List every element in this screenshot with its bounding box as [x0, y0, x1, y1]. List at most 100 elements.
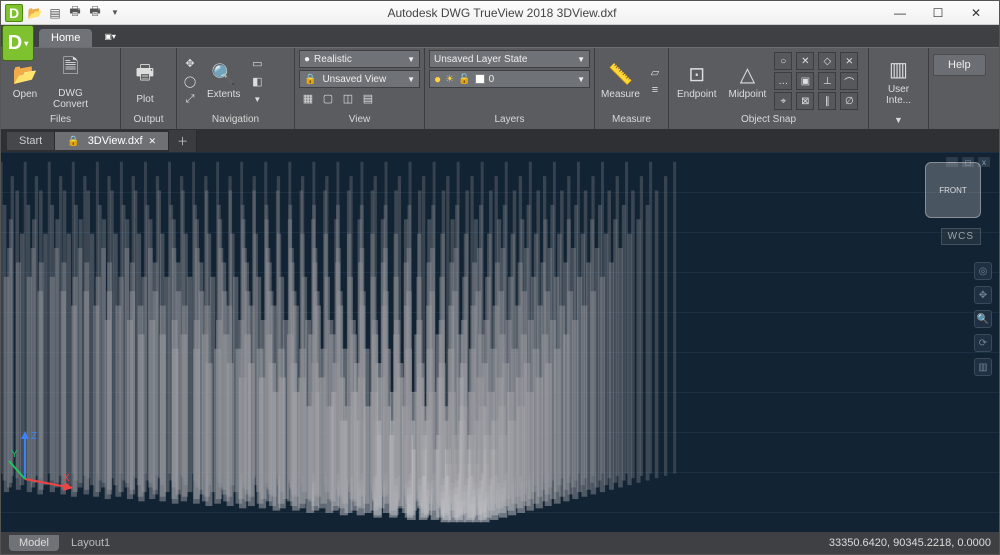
snap-none-icon[interactable]: ∅ [840, 92, 858, 110]
orbit-icon[interactable]: ◯ [181, 73, 199, 89]
midpoint-icon: △ [740, 62, 755, 87]
status-bar: Model Layout1 33350.6420, 90345.2218, 0.… [1, 532, 999, 554]
viewport-3d[interactable]: — ◻ x FRONT WCS ◎ ✥ 🔍 ⟳ ▥ Z X Y [1, 152, 999, 532]
doc-tab-file[interactable]: 🔒3DView.dxf✕ [55, 132, 169, 150]
doc-tab-add[interactable]: ＋ [169, 130, 197, 152]
ribbon: 📂Open 🗎DWG Convert Files 🖶Plot Output ✥ … [1, 47, 999, 130]
qat-open-icon[interactable]: 📂 [27, 5, 43, 21]
panel-label-view: View [299, 112, 420, 127]
plot-button[interactable]: 🖶Plot [125, 56, 165, 107]
nav-orbit-icon[interactable]: ⟳ [974, 334, 992, 352]
dwg-convert-icon: 🗎 [62, 52, 78, 86]
close-tab-icon[interactable]: ✕ [149, 136, 157, 147]
qat-plot-icon[interactable]: 🖶 [67, 5, 83, 21]
nav-pan-icon[interactable]: ✥ [974, 286, 992, 304]
pan-icon[interactable]: ✥ [181, 55, 199, 71]
measure-list-icon[interactable]: ≡ [646, 82, 664, 98]
measure-button[interactable]: 📏Measure [599, 60, 642, 102]
measure-area-icon[interactable]: ▱ [646, 64, 664, 80]
tab-overflow-icon[interactable]: ▣▾ [104, 32, 116, 41]
snap-center-icon[interactable]: ○ [774, 52, 792, 70]
snap-tan-icon[interactable]: ⌒ [840, 72, 858, 90]
window-title: Autodesk DWG TrueView 2018 3DView.dxf [123, 6, 881, 20]
panel-label-output: Output [125, 112, 172, 127]
quick-access-toolbar: 📂 ▤ 🖶 🖶 ▼ [27, 5, 123, 21]
snap-near-icon[interactable]: ⌖ [774, 92, 792, 110]
svg-text:Y: Y [11, 449, 18, 460]
qat-publish-icon[interactable]: 🖶 [87, 5, 103, 21]
zoom-dropdown-icon[interactable]: ▼ [248, 91, 266, 107]
snap-int-icon[interactable]: ⨯ [840, 52, 858, 70]
minimize-button[interactable]: — [881, 2, 919, 24]
ui-icon: ▥ [889, 57, 908, 82]
close-button[interactable]: ✕ [957, 2, 995, 24]
help-button[interactable]: Help [933, 54, 986, 76]
ruler-icon: 📏 [608, 62, 633, 87]
folder-open-icon: 📂 [13, 62, 38, 87]
app-icon[interactable]: D [5, 4, 23, 22]
extents-button[interactable]: 🔍Extents [203, 60, 244, 102]
svg-text:Z: Z [31, 431, 37, 442]
qat-dropdown-icon[interactable]: ▼ [107, 5, 123, 21]
view-single-icon[interactable]: ▢ [319, 90, 337, 106]
snap-node-icon[interactable]: ✕ [796, 52, 814, 70]
zoom-window-icon[interactable]: ▭ [248, 55, 266, 71]
ucs-axis-indicator: Z X Y [15, 429, 75, 492]
endpoint-icon: ⊡ [688, 62, 705, 87]
layer-combo[interactable]: ● ☀ 🔓 0▼ [429, 70, 590, 88]
bulb-icon: ● [434, 72, 441, 86]
tab-home[interactable]: Home [39, 29, 92, 47]
snap-perp-icon[interactable]: ⊥ [818, 72, 836, 90]
midpoint-button[interactable]: △Midpoint [724, 60, 770, 102]
panel-expand-icon[interactable]: ▼ [873, 113, 924, 127]
panel-label-navigation: Navigation [181, 112, 290, 127]
nav-zoom-icon[interactable]: 🔍 [974, 310, 992, 328]
printer-icon: 🖶 [136, 58, 155, 92]
ribbon-tab-row: Home ▣▾ [1, 25, 999, 47]
panel-label-files: Files [5, 112, 116, 127]
zoom-realtime-icon[interactable]: ⤢ [181, 91, 199, 107]
model-pillars [1, 152, 999, 532]
lock-open-icon: 🔓 [458, 74, 470, 85]
layer-color-swatch [475, 74, 485, 84]
view-cube[interactable]: FRONT [925, 162, 981, 218]
doc-tab-start[interactable]: Start [7, 132, 55, 150]
panel-label-measure: Measure [599, 112, 664, 127]
wcs-label[interactable]: WCS [941, 228, 981, 245]
lock-icon: 🔒 [67, 136, 79, 147]
snap-ext-icon[interactable]: … [774, 72, 792, 90]
zoom-prev-icon[interactable]: ◧ [248, 73, 266, 89]
dwg-convert-button[interactable]: 🗎DWG Convert [49, 50, 92, 112]
view-tile-icon[interactable]: ▦ [299, 90, 317, 106]
nav-wheel-icon[interactable]: ◎ [974, 262, 992, 280]
navigation-bar: ◎ ✥ 🔍 ⟳ ▥ [973, 262, 993, 376]
snap-app-icon[interactable]: ⊠ [796, 92, 814, 110]
document-tabs: Start 🔒3DView.dxf✕ ＋ [1, 130, 999, 152]
sphere-icon: ● [304, 54, 310, 65]
snap-par-icon[interactable]: ∥ [818, 92, 836, 110]
view-join-icon[interactable]: ◫ [339, 90, 357, 106]
extents-icon: 🔍 [211, 62, 236, 87]
nav-show-icon[interactable]: ▥ [974, 358, 992, 376]
snap-quad-icon[interactable]: ◇ [818, 52, 836, 70]
endpoint-button[interactable]: ⊡Endpoint [673, 60, 720, 102]
coordinate-readout: 33350.6420, 90345.2218, 0.0000 [829, 537, 991, 549]
layer-state-combo[interactable]: Unsaved Layer State▼ [429, 50, 590, 68]
svg-text:X: X [63, 473, 70, 484]
panel-label-snap: Object Snap [673, 112, 864, 127]
open-button[interactable]: 📂Open [5, 60, 45, 102]
app-menu-button[interactable]: D▾ [2, 25, 34, 61]
user-interface-button[interactable]: ▥User Inte... [873, 55, 924, 108]
visual-style-combo[interactable]: ●Realistic▼ [299, 50, 420, 68]
snap-ins-icon[interactable]: ▣ [796, 72, 814, 90]
sun-icon: ☀ [445, 74, 454, 85]
layout-tab-layout1[interactable]: Layout1 [61, 535, 120, 551]
qat-save-icon[interactable]: ▤ [47, 5, 63, 21]
title-bar: D 📂 ▤ 🖶 🖶 ▼ Autodesk DWG TrueView 2018 3… [1, 1, 999, 25]
lock-icon: 🔒 [304, 74, 316, 85]
view-restore-icon[interactable]: ▤ [359, 90, 377, 106]
panel-label-layers: Layers [429, 112, 590, 127]
view-combo[interactable]: 🔒Unsaved View▼ [299, 70, 420, 88]
maximize-button[interactable]: ☐ [919, 2, 957, 24]
layout-tab-model[interactable]: Model [9, 535, 59, 551]
